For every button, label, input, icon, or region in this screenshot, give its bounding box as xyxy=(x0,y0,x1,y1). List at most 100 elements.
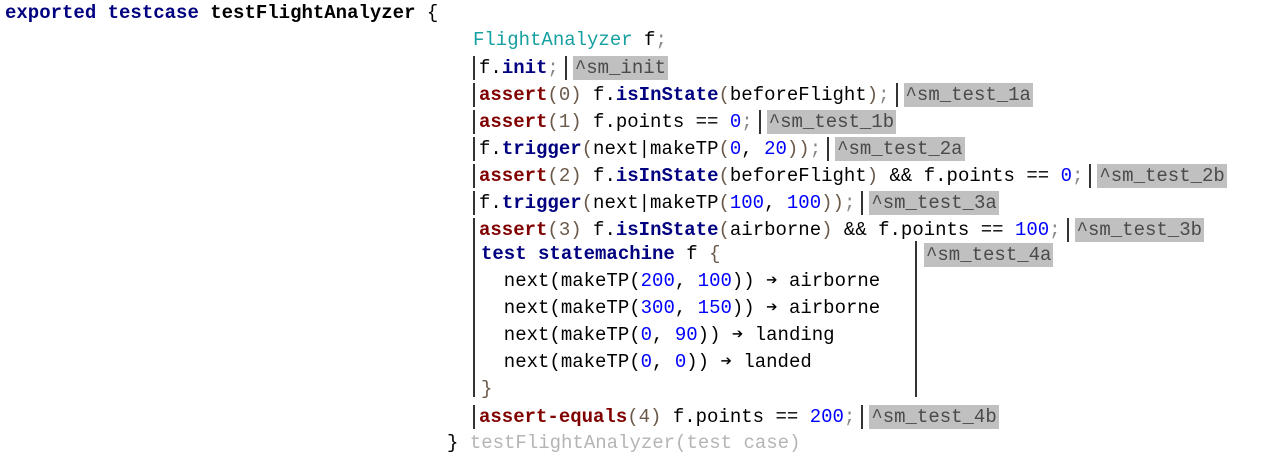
statement-bracket[interactable]: assert(2) f.isInState(beforeFlight) && f… xyxy=(473,163,1092,188)
test-statement[interactable]: assert(2) f.isInState(beforeFlight) && f… xyxy=(473,162,1227,189)
code-token: 0 xyxy=(1060,164,1072,187)
code-token: f. xyxy=(581,83,616,106)
code-token: (0) xyxy=(547,83,582,106)
statemachine-step[interactable]: next(makeTP(0, 0)) ➔ landed xyxy=(481,349,812,376)
code-token: f xyxy=(674,243,710,265)
code-token: f. xyxy=(479,191,502,214)
statement-label[interactable]: ^sm_test_4a xyxy=(924,243,1054,267)
code-token: ; xyxy=(741,110,753,133)
statement-label[interactable]: ^sm_test_1a xyxy=(903,82,1033,107)
code-token: 0 xyxy=(729,137,742,160)
code-token: next(makeTP( xyxy=(481,297,641,319)
code-token: f. xyxy=(581,218,616,241)
test-statement[interactable]: f.init; ^sm_init xyxy=(473,54,669,81)
statement-label[interactable]: ^sm_test_3b xyxy=(1074,217,1204,242)
code-token: isInState xyxy=(615,164,719,187)
code-token: f.points == xyxy=(661,405,810,428)
code-token: ; xyxy=(809,137,822,160)
code-token: )) xyxy=(686,351,721,373)
code-token: ; xyxy=(878,83,890,106)
arrow-icon: ➔ xyxy=(720,351,732,373)
code-token: next|makeTP xyxy=(593,191,719,214)
statemachine-step[interactable]: next(makeTP(0, 90)) ➔ landing xyxy=(481,322,835,349)
statement-bracket[interactable]: assert(0) f.isInState(beforeFlight); xyxy=(473,82,898,107)
code-token: , xyxy=(741,137,765,160)
code-token: ; xyxy=(1071,164,1084,187)
statement-bracket[interactable]: assert(3) f.isInState(airborne) && f.poi… xyxy=(473,217,1069,242)
code-token: (1) xyxy=(547,110,582,133)
code-token: (3) xyxy=(547,218,582,241)
code-token: airborne xyxy=(777,270,881,292)
code-token: (2) xyxy=(547,164,582,187)
code-token: landed xyxy=(731,351,812,373)
code-token: testFlightAnalyzer xyxy=(210,2,416,24)
code-token: 100 xyxy=(697,270,732,292)
code-token: { xyxy=(709,243,721,265)
code-token: statemachine xyxy=(538,243,675,265)
code-token: assert xyxy=(479,218,548,241)
code-token: ) xyxy=(866,83,879,106)
code-token: beforeFlight xyxy=(729,164,867,187)
statemachine-test-block[interactable]: test statemachine f { next(makeTP(200, 1… xyxy=(473,241,917,400)
test-statement[interactable]: assert(3) f.isInState(airborne) && f.poi… xyxy=(473,216,1204,243)
test-statement[interactable]: f.trigger(next|makeTP(0, 20)); ^sm_test_2… xyxy=(473,135,965,162)
statement-bracket[interactable]: f.init; xyxy=(473,55,567,80)
test-statement[interactable]: f.trigger(next|makeTP(100, 100)); ^sm_tes… xyxy=(473,189,999,216)
statement-bracket[interactable]: f.trigger(next|makeTP(0, 20)); xyxy=(473,136,830,161)
code-token: f. xyxy=(479,56,502,79)
code-token: ; xyxy=(547,56,559,79)
code-token: FlightAnalyzer xyxy=(473,29,633,51)
code-token: ; xyxy=(843,405,856,428)
statement-label[interactable]: ^sm_test_3a xyxy=(869,190,999,215)
statemachine-step[interactable]: next(makeTP(300, 150)) ➔ airborne xyxy=(481,295,880,322)
code-token: f. xyxy=(581,164,616,187)
code-token: && f.points == xyxy=(832,218,1015,241)
assert-equals-statement[interactable]: assert-equals(4) f.points == 200; ^sm_tes… xyxy=(473,403,999,430)
statement-label[interactable]: ^sm_test_2a xyxy=(835,136,965,161)
test-statement[interactable]: assert(0) f.isInState(beforeFlight); ^sm_… xyxy=(473,81,1033,108)
testcase-footer: } testFlightAnalyzer(test case) xyxy=(447,430,800,457)
test-statement[interactable]: assert(1) f.points == 0; ^sm_test_1b xyxy=(473,108,897,135)
code-token: )) xyxy=(786,137,810,160)
statement-label[interactable]: ^sm_init xyxy=(572,55,669,80)
code-token: 200 xyxy=(809,405,844,428)
statement-bracket[interactable]: f.trigger(next|makeTP(100, 100)); xyxy=(473,190,864,215)
code-token: , xyxy=(674,270,698,292)
code-token: f xyxy=(632,29,656,51)
statement-label[interactable]: ^sm_test_2b xyxy=(1097,163,1227,188)
code-token: 0 xyxy=(674,351,687,373)
code-token: assert xyxy=(479,110,548,133)
code-token: test xyxy=(481,243,527,265)
code-token: 90 xyxy=(674,324,698,346)
code-token: ) xyxy=(866,164,879,187)
code-token: init xyxy=(501,56,548,79)
code-token: isInState xyxy=(615,218,719,241)
code-token: landing xyxy=(743,324,835,346)
statemachine-header[interactable]: test statemachine f { xyxy=(481,241,720,268)
code-token: ( xyxy=(718,218,730,241)
code-token: )) xyxy=(731,297,767,319)
statement-label[interactable]: ^sm_test_4b xyxy=(869,404,999,429)
code-token: ( xyxy=(718,191,730,214)
statement-bracket[interactable]: assert(1) f.points == 0; xyxy=(473,109,761,134)
code-token: , xyxy=(764,191,787,214)
code-token: f.points == xyxy=(581,110,730,133)
code-token: , xyxy=(674,297,698,319)
code-token: ( xyxy=(718,164,730,187)
variable-declaration[interactable]: FlightAnalyzer f; xyxy=(473,27,667,54)
code-token: trigger xyxy=(501,191,582,214)
statemachine-step[interactable]: next(makeTP(200, 100)) ➔ airborne xyxy=(481,268,880,295)
code-token: , xyxy=(652,351,675,373)
statement-bracket[interactable]: assert-equals(4) f.points == 200; xyxy=(473,404,864,429)
code-token: ( xyxy=(718,137,730,160)
code-token: 0 xyxy=(640,324,653,346)
code-token: )) xyxy=(731,270,767,292)
closing-brace[interactable]: } xyxy=(481,376,492,403)
code-token: ; xyxy=(843,191,856,214)
code-token: 200 xyxy=(640,270,675,292)
testcase-header[interactable]: exported testcase testFlightAnalyzer { xyxy=(5,0,438,27)
code-token: )) xyxy=(821,191,844,214)
statement-label[interactable]: ^sm_test_1b xyxy=(766,109,897,134)
code-token: } xyxy=(447,432,470,454)
